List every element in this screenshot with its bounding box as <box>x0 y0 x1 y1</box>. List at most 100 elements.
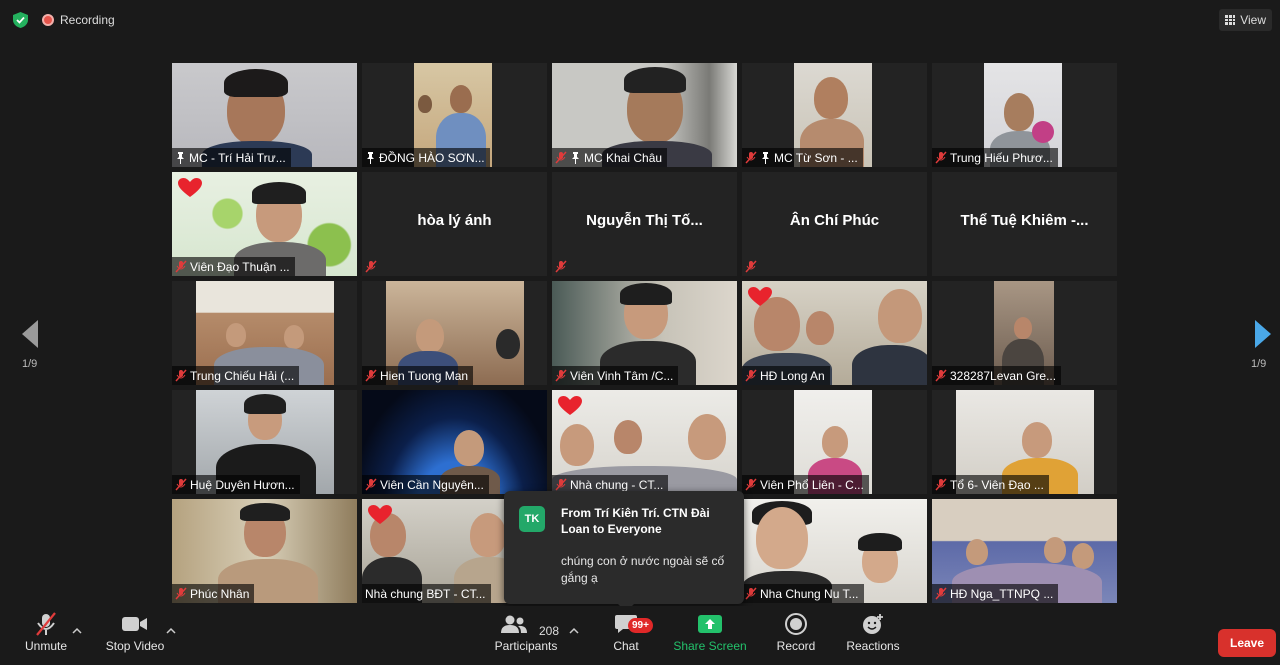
participant-name: ĐỒNG HÀO SƠN... <box>379 150 485 165</box>
muted-mic-icon <box>555 260 567 273</box>
participant-display-name: Nguyễn Thị Tố... <box>586 212 703 229</box>
heart-reaction-icon <box>748 287 772 306</box>
video-tile[interactable]: Trung Hiếu Phươ... <box>932 63 1117 167</box>
right-page-indicator: 1/9 <box>1251 358 1267 370</box>
participant-name-bar: HĐ Nga_TTNPQ ... <box>932 584 1059 603</box>
muted-mic-icon <box>365 260 377 273</box>
participant-name: Nhà chung - CT... <box>570 477 664 492</box>
muted-mic-icon <box>745 478 757 491</box>
video-tile[interactable]: Nha Chung Nu T... <box>742 499 927 603</box>
video-tile[interactable]: MC - Trí Hải Trư... <box>172 63 357 167</box>
participant-name: Trung Hiếu Phươ... <box>950 150 1053 165</box>
participant-name-bar: ĐỒNG HÀO SƠN... <box>362 148 490 167</box>
leave-button[interactable]: Leave <box>1218 629 1276 657</box>
participant-name: HĐ Nga_TTNPQ ... <box>950 586 1054 601</box>
participant-name: MC Từ Sơn - ... <box>774 150 858 165</box>
unmute-button[interactable]: Unmute <box>20 606 72 665</box>
video-tile[interactable]: Viên Vinh Tâm /C... <box>552 281 737 385</box>
muted-mic-icon <box>935 369 947 382</box>
video-tile[interactable]: Phúc Nhân <box>172 499 357 603</box>
participant-name-bar: MC - Trí Hải Trư... <box>172 148 291 167</box>
participants-options-caret-icon[interactable] <box>569 627 579 635</box>
next-page-arrow-icon[interactable] <box>1253 318 1273 350</box>
video-tile[interactable]: hòa lý ánh <box>362 172 547 276</box>
chat-button[interactable]: Chat <box>606 606 646 665</box>
muted-mic-icon <box>175 478 187 491</box>
video-tile[interactable]: 328287Levan Gre... <box>932 281 1117 385</box>
participant-name: Phúc Nhân <box>190 586 250 601</box>
pin-icon <box>572 151 579 164</box>
meeting-toolbar: Unmute Stop Video Participants 208 Chat … <box>0 606 1280 665</box>
stop-video-button[interactable]: Stop Video <box>104 606 166 665</box>
sender-avatar: TK <box>519 506 545 532</box>
video-tile[interactable]: Nguyễn Thị Tố... <box>552 172 737 276</box>
muted-mic-icon <box>935 151 947 164</box>
video-tile[interactable]: Huệ Duyên Hươn... <box>172 390 357 494</box>
heart-reaction-icon <box>368 505 392 524</box>
participant-name: Viên Cần Nguyên... <box>380 477 484 492</box>
participant-name-bar: Nhà chung BĐT - CT... <box>362 584 491 603</box>
muted-microphone-icon <box>36 612 56 636</box>
video-tile[interactable]: Tổ 6- Viên Đạo ... <box>932 390 1117 494</box>
view-button[interactable]: View <box>1219 9 1272 31</box>
muted-mic-icon <box>175 260 187 273</box>
muted-mic-icon <box>365 369 377 382</box>
security-shield-icon[interactable] <box>13 12 28 28</box>
chat-notification-popup[interactable]: TK From Trí Kiên Trí. CTN Đài Loan to Ev… <box>504 491 744 612</box>
participant-name-bar: Viên Cần Nguyên... <box>362 475 489 494</box>
video-tile[interactable]: Ân Chí Phúc <box>742 172 927 276</box>
participant-name: MC - Trí Hải Trư... <box>189 150 286 165</box>
participant-name-bar <box>362 257 382 276</box>
heart-reaction-icon <box>558 396 582 415</box>
video-tile[interactable]: Viên Phổ Liên - C... <box>742 390 927 494</box>
chat-sender-line: From Trí Kiên Trí. CTN Đài Loan to Every… <box>561 506 710 536</box>
video-options-caret-icon[interactable] <box>166 627 176 635</box>
participants-count: 208 <box>539 624 560 638</box>
muted-mic-icon <box>935 587 947 600</box>
video-tile[interactable]: Hien Tuong Man <box>362 281 547 385</box>
participant-name-bar: Trung Hiếu Phươ... <box>932 148 1058 167</box>
zoom-meeting-window: Recording View 1/9 1/9 MC - Trí Hải Trư.… <box>0 0 1280 665</box>
participants-icon <box>501 615 527 633</box>
video-tile[interactable]: Viên Đạo Thuận ... <box>172 172 357 276</box>
video-tile[interactable]: ĐỒNG HÀO SƠN... <box>362 63 547 167</box>
muted-mic-icon <box>555 151 567 164</box>
video-tile[interactable]: Trung Chiếu Hải (... <box>172 281 357 385</box>
muted-mic-icon <box>555 369 567 382</box>
participant-name-bar: Tổ 6- Viên Đạo ... <box>932 475 1049 494</box>
participant-display-name: hòa lý ánh <box>417 212 492 229</box>
video-tile[interactable]: Thể Tuệ Khiêm -... <box>932 172 1117 276</box>
recording-label: Recording <box>60 13 115 27</box>
audio-options-caret-icon[interactable] <box>72 627 82 635</box>
video-tile[interactable]: HĐ Nga_TTNPQ ... <box>932 499 1117 603</box>
participant-name-bar: MC Từ Sơn - ... <box>742 148 863 167</box>
muted-mic-icon <box>745 369 757 382</box>
video-tile[interactable]: HĐ Long An <box>742 281 927 385</box>
share-screen-button[interactable]: Share Screen <box>673 606 747 665</box>
heart-reaction-icon <box>178 178 202 197</box>
participant-name: Viên Đạo Thuận ... <box>190 259 290 274</box>
record-button[interactable]: Record <box>772 606 820 665</box>
participant-name-bar: Viên Vinh Tâm /C... <box>552 366 679 385</box>
muted-mic-icon <box>745 260 757 273</box>
participant-name: Viên Phổ Liên - C... <box>760 477 864 492</box>
video-tile[interactable]: Nhà chung - CT... <box>552 390 737 494</box>
video-tile[interactable]: MC Từ Sơn - ... <box>742 63 927 167</box>
smiley-plus-icon <box>863 614 883 634</box>
participant-name-bar: MC Khai Châu <box>552 148 668 167</box>
video-tile[interactable]: Viên Cần Nguyên... <box>362 390 547 494</box>
participant-name: MC Khai Châu <box>584 150 663 165</box>
muted-mic-icon <box>175 369 187 382</box>
participant-name-bar: Viên Phổ Liên - C... <box>742 475 869 494</box>
pin-icon <box>762 151 769 164</box>
participant-name: Trung Chiếu Hải (... <box>190 368 295 383</box>
participant-display-name: Thể Tuệ Khiêm -... <box>960 212 1089 229</box>
participant-name: 328287Levan Gre... <box>950 368 1057 383</box>
reactions-button[interactable]: Reactions <box>844 606 902 665</box>
previous-page-arrow-icon[interactable] <box>20 318 40 350</box>
participant-name: Huệ Duyên Hươn... <box>190 477 295 492</box>
recording-indicator[interactable]: Recording <box>42 10 115 30</box>
muted-mic-icon <box>745 587 757 600</box>
video-tile[interactable]: MC Khai Châu <box>552 63 737 167</box>
participant-name-bar <box>552 257 572 276</box>
